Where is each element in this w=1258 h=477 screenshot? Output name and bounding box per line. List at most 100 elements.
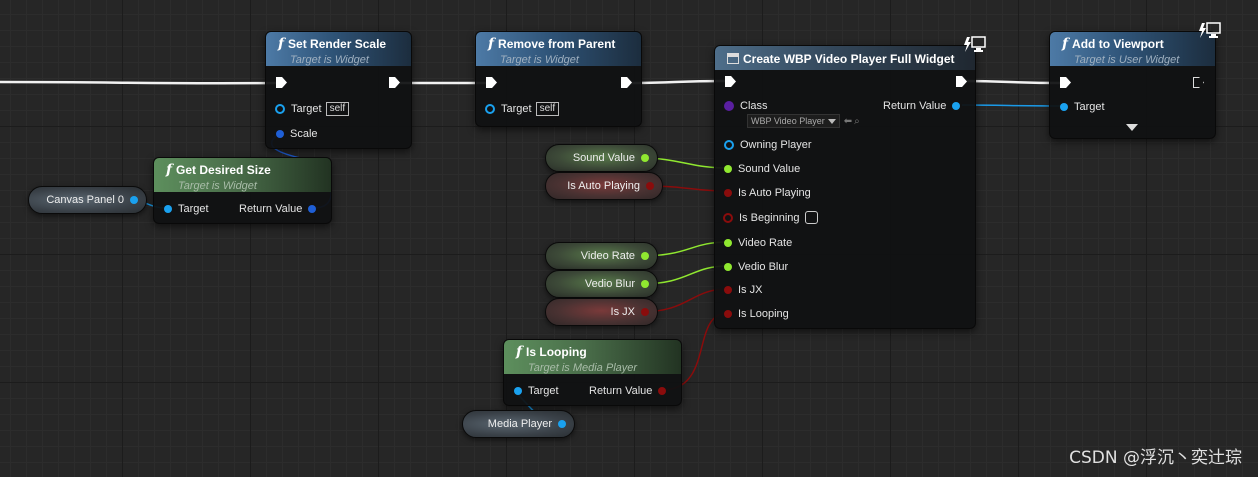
get-desired-size-node[interactable]: f Get Desired Size Target is Widget Targe…: [153, 157, 332, 224]
use-selected-arrow-icon[interactable]: ⬅: [844, 116, 852, 127]
scale-pin[interactable]: [276, 130, 284, 138]
node-subtitle: Target is Widget: [290, 54, 369, 66]
variable-label: Media Player: [487, 418, 552, 430]
exec-out-pin[interactable]: [389, 77, 400, 88]
is-auto-playing-variable[interactable]: Is Auto Playing: [545, 172, 663, 200]
function-icon: f: [488, 36, 495, 52]
node-header: Create WBP Video Player Full Widget: [715, 46, 975, 70]
add-to-viewport-node[interactable]: f Add to Viewport Target is User Widget T…: [1049, 31, 1216, 139]
variable-pin[interactable]: [641, 154, 649, 162]
variable-label: Video Rate: [580, 250, 635, 262]
node-subtitle: Target is Media Player: [528, 362, 638, 374]
target-pin[interactable]: [164, 205, 172, 213]
variable-label: Vedio Blur: [584, 278, 635, 290]
pin-label: Return Value: [589, 385, 653, 397]
target-pin[interactable]: [1060, 103, 1068, 111]
is-beginning-pin[interactable]: [723, 212, 733, 223]
variable-pin[interactable]: [130, 196, 138, 204]
node-subtitle: Target is Widget: [500, 54, 579, 66]
function-icon: f: [1062, 36, 1069, 52]
create-widget-node[interactable]: Create WBP Video Player Full Widget Clas…: [714, 45, 976, 329]
variable-label: Is JX: [610, 306, 635, 318]
pin-label: Target: [178, 203, 209, 215]
pin-label: Return Value: [883, 100, 947, 112]
node-header: f Is Looping Target is Media Player: [504, 340, 681, 374]
return-value-pin[interactable]: [658, 387, 667, 395]
pin-label: Sound Value: [738, 163, 801, 175]
return-value-pin[interactable]: [952, 102, 961, 110]
target-pin[interactable]: [485, 104, 495, 114]
sound-value-pin[interactable]: [724, 165, 732, 173]
widget-icon: [727, 53, 739, 64]
sound-value-variable[interactable]: Sound Value: [545, 144, 658, 172]
return-value-pin[interactable]: [308, 205, 317, 213]
pin-label: Owning Player: [740, 139, 812, 151]
class-value: WBP Video Player: [751, 116, 825, 126]
chevron-down-icon: [827, 118, 836, 124]
exec-wire: [961, 79, 1064, 85]
exec-out-pin[interactable]: [956, 76, 967, 87]
exec-in-pin[interactable]: [725, 76, 736, 87]
media-player-variable[interactable]: Media Player: [462, 410, 575, 438]
is-auto-playing-pin[interactable]: [724, 189, 732, 197]
variable-pin[interactable]: [641, 252, 649, 260]
node-title: Create WBP Video Player Full Widget: [743, 52, 955, 66]
self-box: self: [325, 102, 350, 116]
owning-player-pin[interactable]: [724, 140, 734, 150]
is-jx-variable[interactable]: Is JX: [545, 298, 658, 326]
node-title: Remove from Parent: [498, 37, 616, 51]
function-icon: f: [166, 162, 173, 178]
class-dropdown[interactable]: WBP Video Player: [747, 114, 840, 128]
remove-from-parent-node[interactable]: f Remove from Parent Target is Widget Tar…: [475, 31, 642, 127]
pin-label: Class: [740, 100, 768, 112]
variable-pin[interactable]: [646, 182, 654, 190]
target-pin[interactable]: [514, 387, 522, 395]
exec-in-pin[interactable]: [276, 77, 287, 88]
video-rate-variable[interactable]: Video Rate: [545, 242, 658, 270]
exec-in-pin[interactable]: [486, 77, 497, 88]
monitor-icon: [1199, 22, 1221, 38]
object-wire: [961, 104, 1064, 107]
variable-pin[interactable]: [641, 280, 649, 288]
variable-pin[interactable]: [641, 308, 649, 316]
browse-search-icon[interactable]: ⌕: [854, 116, 860, 127]
node-subtitle: Target is User Widget: [1074, 54, 1180, 66]
set-render-scale-node[interactable]: f Set Render Scale Target is Widget Targe…: [265, 31, 412, 149]
node-title: Get Desired Size: [176, 163, 271, 177]
vedio-blur-pin[interactable]: [724, 263, 732, 271]
exec-in-pin[interactable]: [1060, 77, 1071, 88]
variable-label: Canvas Panel 0: [46, 194, 124, 206]
node-title: Add to Viewport: [1072, 37, 1164, 51]
node-title: Set Render Scale: [288, 37, 387, 51]
video-rate-pin[interactable]: [724, 239, 732, 247]
node-header: f Add to Viewport Target is User Widget: [1050, 32, 1215, 66]
is-looping-pin[interactable]: [724, 310, 732, 318]
pin-label: Target: [291, 103, 322, 115]
variable-pin[interactable]: [558, 420, 566, 428]
canvas-panel-variable[interactable]: Canvas Panel 0: [28, 186, 147, 214]
pin-label: Vedio Blur: [738, 261, 789, 273]
pin-label: Return Value: [239, 203, 303, 215]
node-header: f Set Render Scale Target is Widget: [266, 32, 411, 66]
function-icon: f: [516, 344, 523, 360]
target-pin[interactable]: [275, 104, 285, 114]
is-looping-node[interactable]: f Is Looping Target is Media Player Targe…: [503, 339, 682, 406]
node-header: f Remove from Parent Target is Widget: [476, 32, 641, 66]
pin-label: Is JX: [738, 284, 763, 296]
expand-arrow-icon[interactable]: [1126, 124, 1138, 131]
pin-label: Scale: [290, 128, 318, 140]
is-beginning-checkbox[interactable]: [804, 211, 818, 224]
exec-out-pin[interactable]: [1193, 77, 1204, 88]
function-icon: f: [278, 36, 285, 52]
pin-label: Is Auto Playing: [738, 187, 811, 199]
pin-label: Target: [528, 385, 559, 397]
pin-label: Is Beginning: [739, 211, 800, 224]
exec-out-pin[interactable]: [621, 77, 632, 88]
node-subtitle: Target is Widget: [178, 180, 257, 192]
vedio-blur-variable[interactable]: Vedio Blur: [545, 270, 658, 298]
self-box: self: [535, 102, 560, 116]
node-title: Is Looping: [526, 345, 587, 359]
watermark-text: CSDN @浮沉丶奕辻琮: [1069, 448, 1242, 468]
is-jx-pin[interactable]: [724, 286, 732, 294]
class-pin[interactable]: [724, 101, 734, 111]
